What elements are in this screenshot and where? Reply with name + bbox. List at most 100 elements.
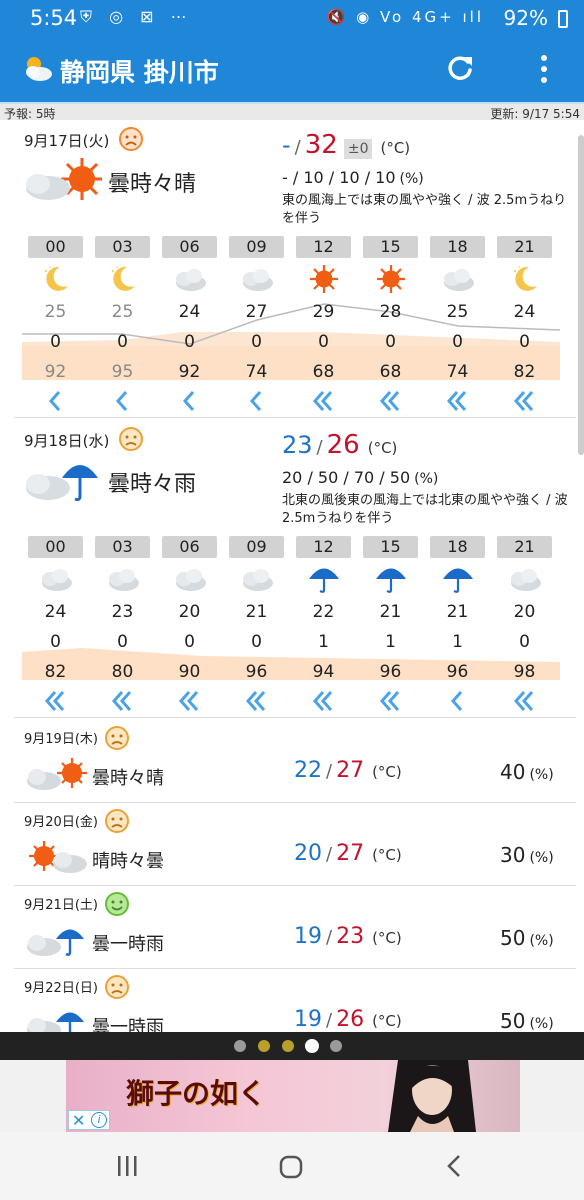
info-icon[interactable]: i	[91, 1112, 107, 1128]
temp-high: 27	[336, 841, 365, 866]
page-dot[interactable]	[258, 1040, 270, 1052]
page-title: 静岡県 掛川市	[60, 58, 219, 87]
sad-face-icon	[105, 726, 129, 750]
cloud-icon	[243, 269, 273, 291]
hour-humidity: 96	[446, 662, 469, 682]
hour-rain: 1	[452, 632, 463, 652]
wind-wave-text: 北東の風後東の風海上では北東の風やや強く / 波 2.5mうねりを伴う	[282, 493, 568, 526]
rain-value: 50	[500, 1009, 526, 1032]
forecast-list[interactable]: 9月17日(火) 曇時々晴 -/32 ±0 (°C) - / 10 / 10 / 1…	[0, 120, 584, 1032]
temp-separator: /	[294, 137, 301, 158]
temp-high: 26	[336, 1007, 365, 1032]
wind-direction-icon	[178, 691, 199, 711]
wind-direction-icon	[312, 691, 333, 711]
hour-column: 18 21 1 96	[424, 536, 491, 716]
hour-rain: 0	[50, 332, 61, 352]
cloud-icon	[109, 569, 139, 591]
temp-unit: (°C)	[367, 439, 398, 457]
hour-column: 09 27 0 74	[223, 236, 290, 416]
hour-column: 15 28 0 68	[357, 236, 424, 416]
temp-low: 19	[294, 1007, 322, 1032]
hour-humidity: 96	[379, 662, 402, 682]
daily-summary-row[interactable]: 9月22日(日) 曇一時雨 19/26 (°C) 50 (%)	[0, 969, 580, 1032]
hour-rain: 0	[184, 332, 195, 352]
hour-rain: 0	[251, 332, 262, 352]
battery-icon	[558, 10, 568, 28]
umbrella-icon	[443, 568, 473, 593]
back-icon[interactable]	[444, 1154, 464, 1178]
sun-icon	[377, 265, 405, 293]
day-condition: 曇一時雨	[92, 934, 164, 955]
hour-column: 00 24 0 82	[22, 536, 89, 716]
ad-choices[interactable]: ✕ i	[68, 1110, 110, 1130]
wind-direction-icon	[450, 691, 463, 711]
temp-range: 19/26 (°C)	[294, 1007, 402, 1032]
home-icon[interactable]	[278, 1154, 304, 1180]
hourly-grid: 00 25 0 92 03 25 0 95 06 24 0 92 09 27 0 74 12 29 0 68 15 28 0…	[22, 236, 560, 416]
hour-label: 03	[95, 236, 150, 258]
hour-humidity: 82	[44, 662, 67, 682]
cloud-umbrella-icon	[26, 465, 98, 502]
page-dot[interactable]	[234, 1040, 246, 1052]
hour-temp: 28	[379, 302, 402, 322]
hour-column: 21 24 0 82	[491, 236, 558, 416]
sad-face-icon	[105, 809, 129, 833]
hour-humidity: 80	[111, 662, 134, 682]
page-dot[interactable]	[330, 1040, 342, 1052]
temp-high: 32	[304, 130, 338, 160]
close-icon[interactable]: ✕	[72, 1111, 85, 1130]
cloud-sun-icon	[26, 158, 102, 200]
rain-probabilities: - / 10 / 10 / 10 (%)	[282, 168, 424, 187]
recents-icon[interactable]	[115, 1154, 139, 1178]
page-dot[interactable]	[282, 1040, 294, 1052]
daily-summary-row[interactable]: 9月21日(土) 曇一時雨 19/23 (°C) 50 (%)	[0, 886, 580, 969]
notification-icons: ⛨ ◎ ⊠ ⋯	[80, 7, 193, 26]
sad-face-icon	[119, 127, 143, 151]
ad-image[interactable]: 獅子の如く	[66, 1060, 520, 1132]
umbrella-icon	[309, 568, 339, 593]
hour-temp: 25	[44, 302, 67, 322]
daily-summary-row[interactable]: 9月20日(金) 晴時々曇 20/27 (°C) 30 (%)	[0, 803, 580, 886]
status-time: 5:54	[30, 6, 78, 30]
temp-separator: /	[326, 927, 333, 948]
daily-summary-row[interactable]: 9月19日(木) 曇時々晴 22/27 (°C) 40 (%)	[0, 720, 580, 803]
temp-low: 23	[282, 431, 313, 459]
temp-range: 20/27 (°C)	[294, 841, 402, 866]
hour-humidity: 68	[312, 362, 335, 382]
hour-temp: 24	[44, 602, 67, 622]
hour-label: 15	[363, 236, 418, 258]
temp-diff-badge: ±0	[343, 139, 373, 159]
hour-label: 18	[430, 236, 485, 258]
overflow-menu-icon[interactable]	[530, 52, 558, 86]
day-condition: 曇一時雨	[92, 1017, 164, 1032]
hour-rain: 0	[385, 332, 396, 352]
day-date: 9月19日(木)	[24, 732, 98, 747]
hour-humidity: 68	[379, 362, 402, 382]
temp-separator: /	[326, 761, 333, 782]
hour-label: 21	[497, 236, 552, 258]
temp-range: 23/26 (°C)	[282, 430, 397, 460]
ad-person-image	[388, 1060, 476, 1132]
temp-separator: /	[316, 437, 323, 458]
wind-direction-icon	[182, 391, 195, 411]
hour-column: 03 23 0 80	[89, 536, 156, 716]
hour-temp: 21	[446, 602, 469, 622]
hour-rain: 0	[519, 632, 530, 652]
system-nav-bar	[0, 1132, 584, 1200]
hour-rain: 0	[184, 632, 195, 652]
sun-cloud-icon	[29, 841, 87, 873]
temp-unit: (°C)	[372, 929, 402, 947]
moon-icon	[112, 266, 135, 291]
day-card: 9月17日(火) 曇時々晴 -/32 ±0 (°C) - / 10 / 10 / 1…	[0, 120, 580, 420]
refresh-icon[interactable]	[444, 52, 476, 84]
temp-low: 19	[294, 924, 322, 949]
hour-label: 06	[162, 536, 217, 558]
temp-unit: (°C)	[380, 139, 411, 157]
hour-rain: 0	[50, 632, 61, 652]
hour-rain: 0	[251, 632, 262, 652]
ad-banner[interactable]: 獅子の如く ✕ i	[0, 1060, 584, 1132]
cloud-icon	[176, 269, 206, 291]
page-dot-active[interactable]	[305, 1039, 319, 1053]
hour-temp: 29	[312, 302, 335, 322]
hour-temp: 22	[312, 602, 335, 622]
